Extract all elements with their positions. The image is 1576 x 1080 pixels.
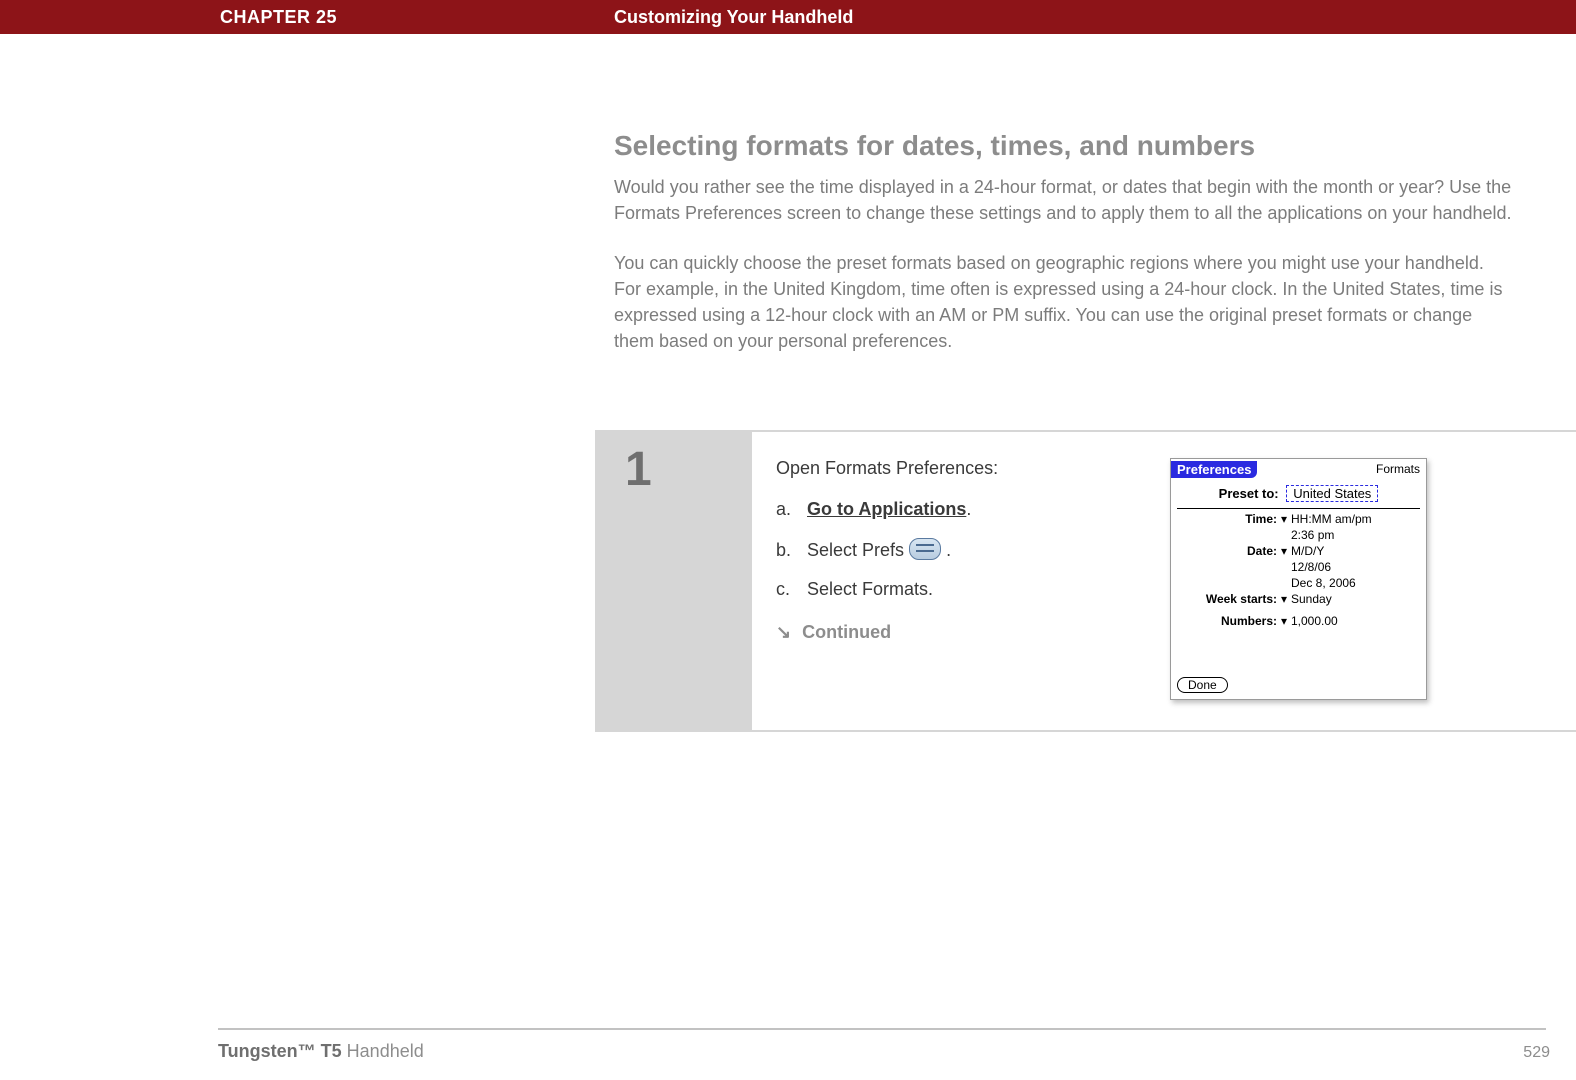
palm-screen-name: Formats: [1376, 462, 1426, 476]
chapter-label: CHAPTER 25: [220, 7, 337, 28]
prefs-icon: [909, 538, 941, 560]
palm-preset-row: Preset to: United States: [1171, 479, 1426, 506]
step-lead: Open Formats Preferences:: [776, 458, 1156, 479]
step-sub-c-label: c.: [776, 579, 802, 600]
palm-numbers-value: 1,000.00: [1291, 614, 1420, 628]
step-sub-a: a. Go to Applications.: [776, 499, 1156, 520]
palm-divider: [1177, 508, 1420, 509]
palm-date-row: Date: ▾ M/D/Y: [1171, 543, 1426, 559]
palm-time-label: Time:: [1177, 512, 1277, 526]
palm-preferences-screenshot: Preferences Formats Preset to: United St…: [1170, 458, 1427, 700]
palm-time-row: Time: ▾ HH:MM am/pm: [1171, 511, 1426, 527]
palm-time-example-row: 2:36 pm: [1171, 527, 1426, 543]
step-sub-c: c. Select Formats.: [776, 579, 1156, 600]
section-paragraph-1: Would you rather see the time displayed …: [614, 174, 1514, 226]
palm-date-example1: 12/8/06: [1291, 560, 1420, 574]
footer-product-strong: Tungsten™ T5: [218, 1041, 342, 1061]
palm-numbers-label: Numbers:: [1177, 614, 1277, 628]
palm-time-example: 2:36 pm: [1291, 528, 1420, 542]
palm-app-name: Preferences: [1171, 461, 1257, 478]
palm-date-example2: Dec 8, 2006: [1291, 576, 1420, 590]
step-sub-b-label: b.: [776, 540, 802, 561]
palm-date-label: Date:: [1177, 544, 1277, 558]
dropdown-icon[interactable]: ▾: [1277, 512, 1291, 526]
footer-rule: [218, 1028, 1546, 1030]
step-number-column: 1: [597, 432, 752, 730]
chapter-title: Customizing Your Handheld: [614, 7, 853, 28]
palm-preset-value[interactable]: United States: [1286, 485, 1378, 502]
dropdown-icon[interactable]: ▾: [1277, 614, 1291, 628]
continued-label: Continued: [802, 622, 891, 642]
palm-week-label: Week starts:: [1177, 592, 1277, 606]
palm-date-value: M/D/Y: [1291, 544, 1420, 558]
step-sub-b: b. Select Prefs .: [776, 538, 1156, 561]
palm-preset-label: Preset to:: [1219, 486, 1279, 501]
go-to-applications-link[interactable]: Go to Applications: [807, 499, 966, 519]
dropdown-icon[interactable]: ▾: [1277, 592, 1291, 606]
step-sub-a-tail: .: [966, 499, 971, 519]
footer-product-tail: Handheld: [342, 1041, 424, 1061]
dropdown-icon[interactable]: ▾: [1277, 544, 1291, 558]
page-number: 529: [1523, 1044, 1550, 1062]
section-paragraph-2: You can quickly choose the preset format…: [614, 250, 1514, 354]
chapter-header-bar: CHAPTER 25 Customizing Your Handheld: [0, 0, 1576, 34]
step-number: 1: [597, 432, 752, 497]
continued-indicator: ↘ Continued: [776, 622, 1156, 643]
palm-week-value: Sunday: [1291, 592, 1420, 606]
continued-arrow-icon: ↘: [776, 622, 791, 643]
section-content: Selecting formats for dates, times, and …: [614, 130, 1514, 379]
palm-titlebar: Preferences Formats: [1171, 459, 1426, 479]
step-box: 1 Open Formats Preferences: a. Go to App…: [595, 430, 1576, 732]
palm-time-value: HH:MM am/pm: [1291, 512, 1420, 526]
palm-numbers-row: Numbers: ▾ 1,000.00: [1171, 613, 1426, 629]
step-sub-a-label: a.: [776, 499, 802, 520]
section-heading: Selecting formats for dates, times, and …: [614, 130, 1514, 162]
palm-week-row: Week starts: ▾ Sunday: [1171, 591, 1426, 607]
footer-product: Tungsten™ T5 Handheld: [218, 1041, 424, 1062]
step-body: Open Formats Preferences: a. Go to Appli…: [752, 432, 1576, 730]
step-sub-c-text: Select Formats.: [807, 579, 933, 599]
step-sub-b-tail: .: [946, 540, 951, 560]
palm-done-button[interactable]: Done: [1177, 677, 1228, 693]
step-text: Open Formats Preferences: a. Go to Appli…: [776, 458, 1156, 700]
step-sub-b-pre: Select Prefs: [807, 540, 909, 560]
palm-date-example1-row: 12/8/06: [1171, 559, 1426, 575]
palm-date-example2-row: Dec 8, 2006: [1171, 575, 1426, 591]
